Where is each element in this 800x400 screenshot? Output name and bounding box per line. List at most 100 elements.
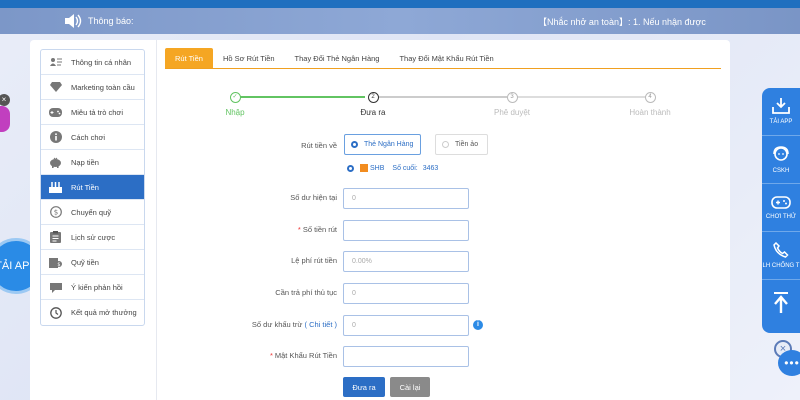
withdraw-password-input[interactable] xyxy=(343,346,469,367)
sidebar-item-bet-history[interactable]: Lịch sử cược xyxy=(41,225,144,250)
progress-steps: ✓ Nhập 2 Đưa ra 3 Phê duyệt 4 Hoàn thành xyxy=(225,92,671,122)
top-strip xyxy=(0,0,800,8)
radio-icon xyxy=(442,141,449,148)
rightbar-support[interactable]: CSKH xyxy=(762,136,800,184)
svg-text:$: $ xyxy=(53,209,57,217)
rightbar-contact[interactable]: LH CHỐNG T xyxy=(762,232,800,280)
step-number: 2 xyxy=(367,92,379,103)
procedure-fee-field: 0 xyxy=(343,283,469,304)
svg-text:$: $ xyxy=(57,262,60,268)
tab-withdraw[interactable]: Rút Tiền xyxy=(165,48,213,68)
balance-label: Số dư hiện tại xyxy=(290,193,337,202)
radio-selected-icon xyxy=(351,141,358,148)
more-options-button[interactable]: ••• xyxy=(778,350,800,376)
chat-icon xyxy=(49,281,62,294)
sidebar-item-game-desc[interactable]: Miêu tả trò chơi xyxy=(41,100,144,125)
deduct-detail-link[interactable]: ( Chi tiết ) xyxy=(304,320,337,329)
procedure-fee-label: Cần trả phí thủ tục xyxy=(275,288,337,297)
download-icon xyxy=(772,98,790,116)
sidebar-menu: Thông tin cá nhân Marketing toàn cầu Miê… xyxy=(40,49,145,326)
id-card-icon xyxy=(49,56,62,69)
diamond-icon xyxy=(49,81,62,94)
rightbar-download-app[interactable]: TẢI APP xyxy=(762,88,800,136)
deduct-field: 0 xyxy=(343,315,469,336)
step-submit: 2 Đưa ra xyxy=(343,92,403,117)
notice-bar: Thông báo: 【Nhắc nhở an toàn】: 1. Nếu nh… xyxy=(0,8,800,34)
tab-bar: Rút Tiền Hồ Sơ Rút Tiền Thay Đổi Thẻ Ngâ… xyxy=(165,48,721,69)
sidebar-item-label: Kết quả mở thưởng xyxy=(71,308,137,317)
rightbar-scroll-top[interactable] xyxy=(762,280,800,328)
history-icon xyxy=(49,306,62,319)
step-number: 4 xyxy=(644,92,656,103)
rightbar-label: CSKH xyxy=(772,168,790,174)
step-number: 3 xyxy=(506,92,518,103)
deduct-label-text: Số dư khấu trừ xyxy=(251,320,303,329)
sidebar-item-transfer[interactable]: $ Chuyển quỹ xyxy=(41,200,144,225)
fee-field: 0.00% xyxy=(343,251,469,272)
gamepad-icon xyxy=(771,195,791,211)
sidebar-item-feedback[interactable]: Ý kiến phản hồi xyxy=(41,275,144,300)
shb-logo-icon xyxy=(360,164,368,172)
close-icon: × xyxy=(1,95,7,104)
step-label: Đưa ra xyxy=(360,108,386,117)
sidebar-item-profile[interactable]: Thông tin cá nhân xyxy=(41,50,144,75)
wallet-icon: $ xyxy=(49,256,62,269)
radio-selected-icon xyxy=(347,164,354,172)
balance-field: 0 xyxy=(343,188,469,209)
sidebar-item-label: Rút Tiền xyxy=(71,182,99,192)
bank-card-option[interactable]: SHB Số cuối: 3463 xyxy=(347,164,438,172)
sidebar-item-results[interactable]: Kết quả mở thưởng xyxy=(41,300,144,325)
arrow-up-icon xyxy=(773,292,789,316)
reset-button[interactable]: Cài lại xyxy=(390,377,430,397)
sidebar-item-label: Marketing toàn cầu xyxy=(71,82,135,92)
notice-message: 【Nhắc nhở an toàn】: 1. Nếu nhận được xyxy=(538,17,706,27)
close-float-button[interactable]: × xyxy=(0,94,10,106)
sidebar-item-label: Chuyển quỹ xyxy=(71,207,112,217)
sidebar-item-how-to-play[interactable]: Cách chơi xyxy=(41,125,144,150)
withdraw-icon xyxy=(49,181,62,194)
info-icon xyxy=(49,131,62,144)
option-bank-label: Thẻ Ngân Hàng xyxy=(364,141,414,148)
coin-transfer-icon: $ xyxy=(49,206,62,219)
deduct-label: Số dư khấu trừ ( Chi tiết ) xyxy=(217,320,337,329)
step-complete: 4 Hoàn thành xyxy=(620,92,680,117)
card-suffix: 3463 xyxy=(422,164,439,172)
rightbar-play-demo[interactable]: CHƠI THỬ xyxy=(762,184,800,232)
sidebar-item-deposit[interactable]: Nạp tiền xyxy=(41,150,144,175)
password-label: * Mật Khẩu Rút Tiền xyxy=(269,351,337,360)
check-icon: ✓ xyxy=(229,92,241,103)
sidebar-item-withdraw[interactable]: Rút Tiền xyxy=(41,175,144,200)
option-virtual-currency[interactable]: Tiền ảo xyxy=(435,134,488,155)
sidebar-item-label: Cách chơi xyxy=(71,132,106,142)
card-suffix-label: Số cuối: xyxy=(392,164,418,172)
amount-label-text: Số tiền rút xyxy=(302,225,337,234)
phone-icon xyxy=(773,241,789,260)
right-float-bar: TẢI APP CSKH CHƠI THỬ LH CHỐNG T xyxy=(762,88,800,333)
mascot-icon xyxy=(0,106,10,132)
support-agent-icon xyxy=(772,145,790,165)
amount-input[interactable] xyxy=(343,220,469,241)
sidebar-item-label: Thông tin cá nhân xyxy=(71,57,132,67)
step-enter: ✓ Nhập xyxy=(205,92,265,117)
main-panel: Rút Tiền Hồ Sơ Rút Tiền Thay Đổi Thẻ Ngâ… xyxy=(156,40,730,400)
tab-change-bank-card[interactable]: Thay Đổi Thẻ Ngân Hàng xyxy=(285,48,390,68)
rightbar-label: TẢI APP xyxy=(769,119,793,125)
sidebar-item-fund[interactable]: $ Quỹ tiền xyxy=(41,250,144,275)
sidebar-item-label: Ý kiến phản hồi xyxy=(71,282,123,292)
option-bank-card[interactable]: Thẻ Ngân Hàng xyxy=(344,134,421,155)
clipboard-icon xyxy=(49,231,62,244)
withdraw-to-label: Rút tiền về xyxy=(301,141,337,150)
submit-button[interactable]: Đưa ra xyxy=(343,377,385,397)
tab-withdraw-history[interactable]: Hồ Sơ Rút Tiền xyxy=(213,48,285,68)
step-label: Phê duyệt xyxy=(493,108,531,117)
more-icon: ••• xyxy=(784,356,800,370)
fee-label: Lệ phí rút tiền xyxy=(291,256,337,265)
sidebar-item-marketing[interactable]: Marketing toàn cầu xyxy=(41,75,144,100)
sidebar-item-label: Quỹ tiền xyxy=(71,257,99,267)
info-icon[interactable]: i xyxy=(473,320,483,330)
sidebar: Thông tin cá nhân Marketing toàn cầu Miê… xyxy=(30,40,156,400)
step-label: Hoàn thành xyxy=(629,108,671,117)
tab-change-withdraw-password[interactable]: Thay Đổi Mật Khẩu Rút Tiền xyxy=(389,48,503,68)
sidebar-item-label: Miêu tả trò chơi xyxy=(71,107,124,117)
notice-label: Thông báo: xyxy=(88,16,134,26)
